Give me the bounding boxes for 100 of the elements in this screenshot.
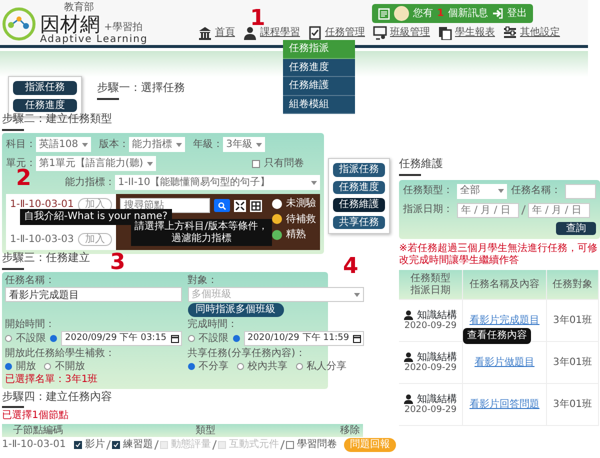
checkbox[interactable]	[252, 160, 260, 168]
caret-icon	[498, 189, 504, 194]
menu-button[interactable]: 任務進度	[333, 180, 385, 194]
column-header: 任務類型 指派日期	[399, 270, 463, 300]
task-link[interactable]: 看影片回答問題	[470, 398, 540, 410]
dropdown-item[interactable]: 組卷模組	[283, 96, 355, 114]
filter-label: 任務類型：	[403, 185, 453, 197]
node-code: 1-Ⅱ-10-03-01	[2, 439, 66, 451]
callout-number: 2	[16, 168, 32, 190]
checkbox-label: 只有問卷	[264, 158, 304, 170]
dropdown-item[interactable]: 任務進度	[283, 58, 355, 77]
task-link[interactable]: 看影片做題目	[474, 356, 534, 368]
menu-button[interactable]: 任務維護	[333, 198, 385, 212]
clipboard-icon	[308, 26, 322, 40]
node-code[interactable]: 1-Ⅱ-10-03-03	[10, 234, 74, 245]
checkbox[interactable]	[112, 441, 120, 450]
task-type: 知識結構	[417, 310, 457, 321]
caret-icon	[311, 180, 317, 184]
date-field[interactable]: 年 / 月 / 日	[528, 202, 590, 218]
message-count: 1	[437, 8, 444, 20]
input-field[interactable]	[565, 184, 596, 199]
select-field[interactable]: 1-II-10【能聽懂簡易句型的句子】	[115, 175, 320, 190]
sidebar-button[interactable]: 任務進度	[13, 98, 77, 112]
radio-label: 不設限	[16, 332, 46, 344]
user-icon	[243, 26, 257, 40]
section-title: 任務維護	[399, 158, 443, 171]
nav-link[interactable]: 首頁	[198, 26, 235, 40]
logo-name: 因材網	[40, 14, 100, 34]
radio-button[interactable]	[50, 335, 57, 342]
dropdown-item[interactable]: 任務指派	[283, 40, 355, 58]
assign-date: 2020-09-29	[404, 405, 457, 416]
column-header: 類型	[74, 424, 337, 438]
menu-button[interactable]: 指派任務	[333, 163, 385, 176]
select-field[interactable]: 英語108	[36, 137, 92, 152]
assign-date: 2020-09-29	[404, 321, 457, 332]
dropdown-item[interactable]: 任務維護	[283, 77, 355, 96]
checkbox[interactable]	[74, 441, 82, 450]
sidebar-button[interactable]: 指派任務	[13, 81, 77, 94]
column-header: 子節點編碼	[2, 424, 74, 438]
radio-label: 不設限	[198, 332, 229, 344]
radio-button[interactable]	[236, 362, 244, 370]
person-icon	[404, 394, 413, 404]
search-button[interactable]	[214, 199, 230, 212]
checkbox[interactable]	[286, 441, 294, 450]
select-field[interactable]: 3年級	[223, 137, 266, 152]
sliders-icon	[503, 26, 517, 40]
logo-subtitle: Adaptive Learning	[40, 34, 148, 45]
messages-link[interactable]: 個新訊息	[448, 8, 488, 20]
legend-label: 待補救	[286, 214, 316, 225]
radio-label: 開放	[16, 360, 36, 372]
radio-button[interactable]	[232, 335, 240, 342]
table-cell: 3年01班	[552, 314, 592, 326]
date-field[interactable]: 2020/10/29 下午 11:59	[244, 331, 364, 346]
caret-icon	[82, 142, 88, 146]
radio-button[interactable]	[188, 335, 195, 342]
nav-link[interactable]: 班級管理	[373, 26, 430, 40]
column-header: 移除	[337, 424, 363, 438]
check-icon	[113, 442, 119, 448]
documents-icon	[438, 26, 452, 40]
selected-count: 已選擇1個節點	[2, 410, 68, 422]
date-field[interactable]: 年 / 月 / 日	[457, 202, 519, 218]
date-field[interactable]: 2020/09/29 下午 03:15	[61, 331, 182, 346]
radio-button[interactable]	[5, 335, 12, 342]
filter-label: 年級：	[193, 138, 224, 150]
radio-button[interactable]	[296, 362, 303, 370]
logout-icon[interactable]	[492, 8, 503, 19]
checkbox-label: 影片	[85, 439, 105, 451]
expand-icon[interactable]	[234, 200, 246, 212]
task-type: 知識結構	[417, 352, 457, 363]
select-field[interactable]: 全部	[457, 184, 507, 199]
assign-classes-button[interactable]: 同時指派多個班級	[188, 303, 284, 317]
calendar-icon	[353, 334, 362, 343]
radio-button[interactable]	[44, 362, 51, 370]
node-code[interactable]: 1-Ⅱ-10-03-01	[10, 199, 74, 210]
presentation-icon	[373, 26, 387, 40]
nav-link[interactable]: 任務管理	[308, 26, 365, 40]
checkbox-label: 互動式元件	[229, 439, 279, 451]
column-header: 任務對象	[547, 270, 599, 300]
select-field[interactable]: 能力指標	[129, 137, 186, 152]
field-label: 共享任務(分享任務內容)：	[188, 348, 306, 360]
message-icon[interactable]	[378, 8, 390, 20]
query-button[interactable]: 查詢	[556, 222, 596, 236]
radio-label: 私人分享	[306, 360, 347, 372]
radio-button[interactable]	[5, 362, 12, 370]
task-link[interactable]: 看影片完成題目	[470, 314, 540, 326]
nav-link[interactable]: 課程學習	[243, 26, 300, 40]
search-icon	[218, 202, 226, 210]
filter-label: 科目：	[6, 138, 36, 150]
step-title: 步驟三：任務建立	[2, 252, 90, 265]
column-header: 任務名稱及內容	[463, 270, 547, 300]
step-title: 步驟四：建立任務內容	[2, 390, 112, 404]
nav-link[interactable]: 其他設定	[503, 26, 560, 40]
table-cell: 3年01班	[552, 356, 592, 368]
grid-icon[interactable]	[250, 200, 262, 212]
nav-link[interactable]: 學生報表	[438, 26, 495, 40]
logout-link[interactable]: 登出	[506, 8, 527, 20]
select-field[interactable]: 第1單元【語言能力(聽)	[36, 156, 156, 171]
menu-button[interactable]: 共享任務	[333, 216, 385, 229]
input-field[interactable]: 看影片完成題目	[5, 287, 182, 302]
radio-button[interactable]	[188, 362, 195, 370]
